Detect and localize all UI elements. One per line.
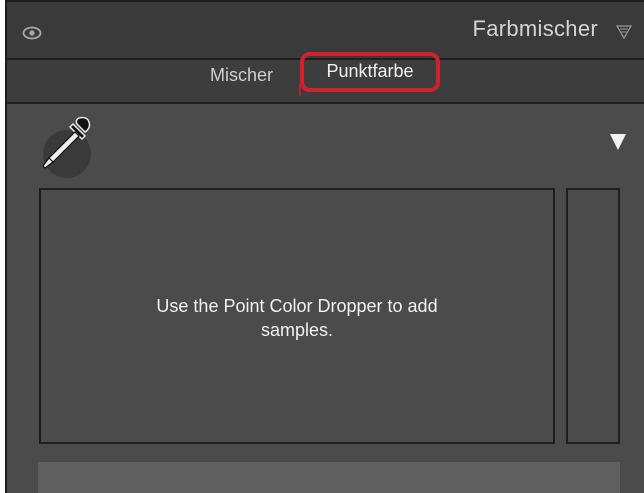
tab-mischer[interactable]: Mischer	[210, 60, 273, 100]
tab-bar: Mischer Punktfarbe	[7, 52, 644, 104]
panel-title: Farbmischer	[472, 16, 598, 41]
dropdown-triangle-icon[interactable]	[610, 134, 626, 150]
collapse-triangle-icon[interactable]	[616, 24, 632, 40]
eyedropper-icon	[42, 116, 91, 169]
sample-swatch-strip	[566, 188, 620, 444]
screenshot-frame: Farbmischer Mischer Punktfarbe Use the P…	[0, 0, 644, 493]
eye-icon[interactable]	[22, 26, 42, 40]
panel-header[interactable]: Farbmischer	[7, 0, 644, 60]
point-color-dropper-button[interactable]	[37, 114, 95, 178]
bottom-slider-area[interactable]	[38, 462, 620, 493]
tool-row	[7, 104, 644, 180]
sample-list-area: Use the Point Color Dropper to add sampl…	[39, 188, 555, 444]
empty-samples-message: Use the Point Color Dropper to add sampl…	[156, 296, 438, 340]
color-mixer-panel: Farbmischer Mischer Punktfarbe Use the P…	[5, 0, 644, 493]
tab-punktfarbe[interactable]: Punktfarbe	[300, 52, 440, 92]
